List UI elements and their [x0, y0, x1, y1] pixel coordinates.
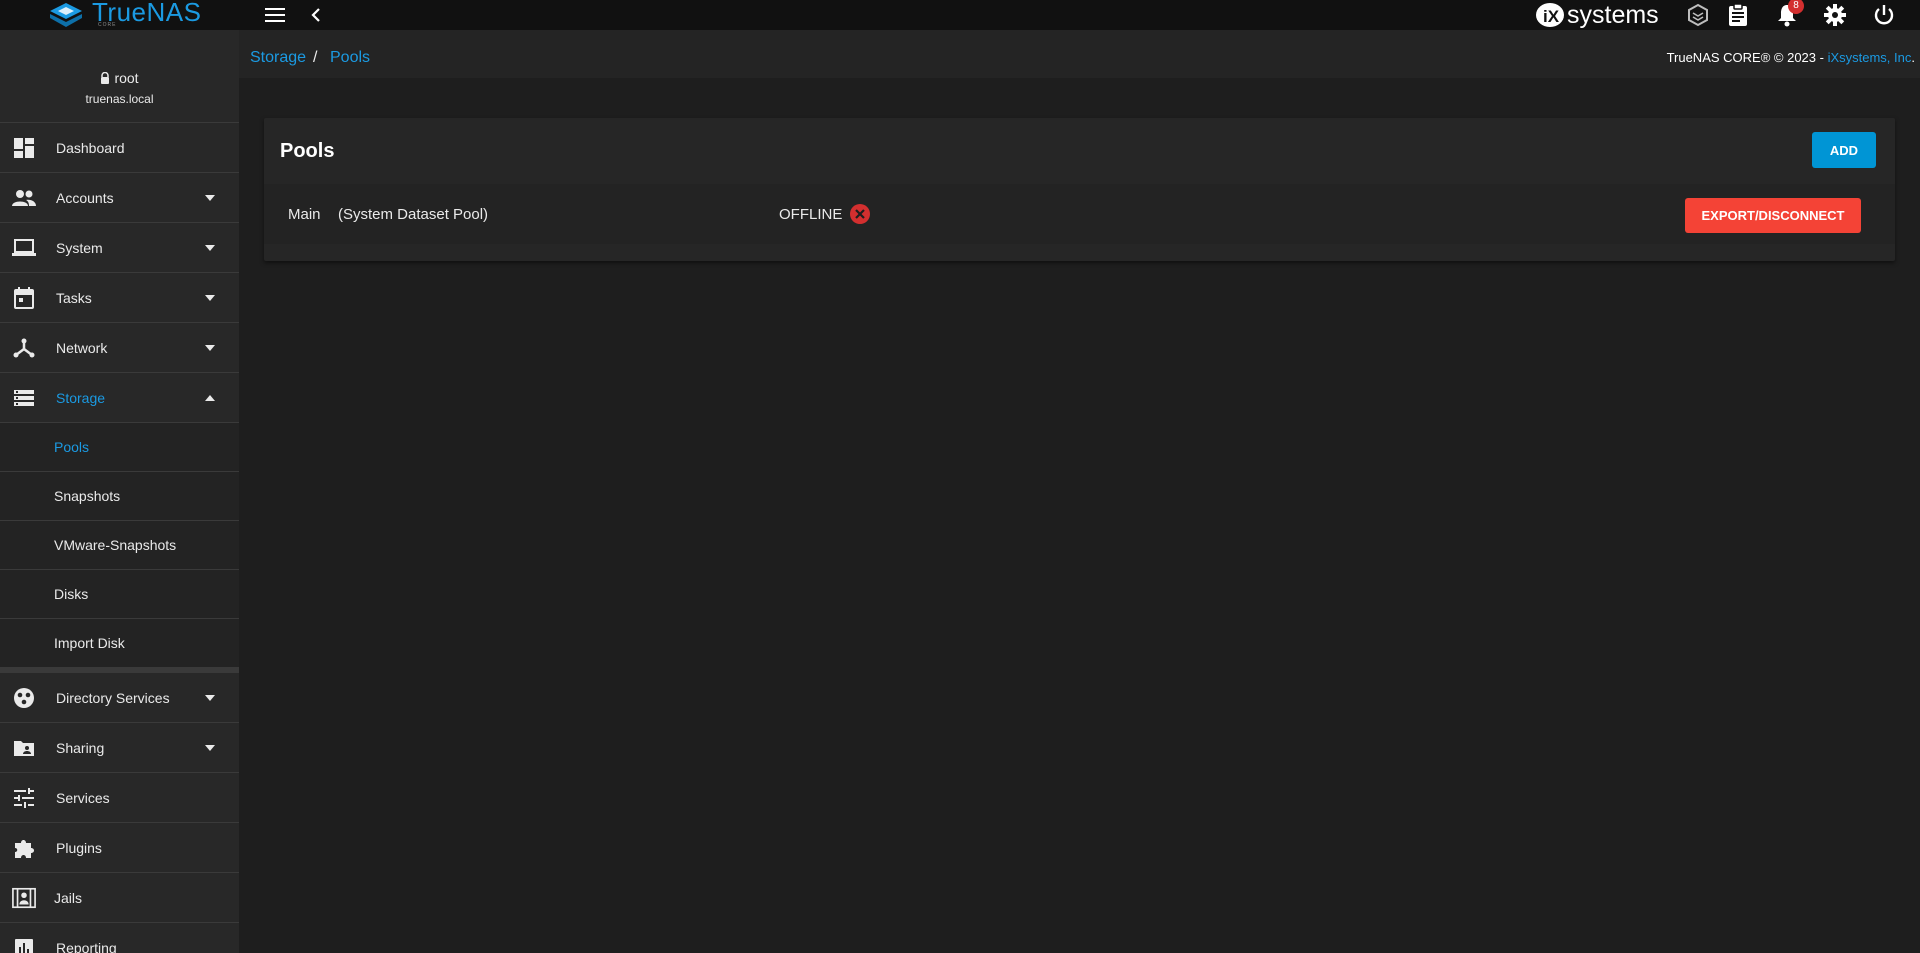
- sidebar-item-sharing[interactable]: Sharing: [0, 723, 239, 773]
- caret-down-icon: [204, 193, 216, 203]
- sidebar-item-accounts[interactable]: Accounts: [0, 173, 239, 223]
- truecommand-button[interactable]: [1685, 2, 1711, 28]
- power-icon: [1874, 5, 1894, 25]
- vendor-logo-text: systems: [1567, 0, 1659, 29]
- pools-card: Pools ADD Main (System Dataset Pool) OFF…: [264, 118, 1895, 261]
- caret-down-icon: [204, 343, 216, 353]
- export-disconnect-button[interactable]: EXPORT/DISCONNECT: [1685, 198, 1861, 233]
- caret-down-icon: [204, 693, 216, 703]
- sidebar-item-label: System: [56, 239, 103, 256]
- user-info: root truenas.local: [0, 30, 239, 123]
- caret-down-icon: [204, 743, 216, 753]
- sidebar-item-label: Network: [56, 339, 108, 356]
- sidebar-item-network[interactable]: Network: [0, 323, 239, 373]
- hamburger-icon: [265, 8, 285, 22]
- sidebar: root truenas.local Dashboard Accounts Sy…: [0, 30, 239, 953]
- sidebar-subitem-label: Pools: [54, 439, 90, 455]
- breadcrumb-storage[interactable]: Storage: [250, 49, 306, 67]
- sidebar-subitem-label: Snapshots: [54, 488, 121, 504]
- sidebar-item-reporting[interactable]: Reporting: [0, 923, 239, 953]
- sidebar-item-label: Dashboard: [56, 139, 125, 156]
- sidebar-item-label: Reporting: [56, 939, 117, 953]
- top-bar: TrueNAS CORE iX systems 8: [0, 0, 1920, 30]
- sidebar-subitem-label: VMware-Snapshots: [54, 537, 177, 553]
- sidebar-subitem-disks[interactable]: Disks: [0, 570, 239, 619]
- sidebar-subitem-label: Disks: [54, 586, 89, 602]
- user-name-text: root: [114, 70, 139, 86]
- sidebar-item-label: Directory Services: [56, 689, 170, 706]
- sidebar-item-label: Services: [56, 789, 110, 806]
- sidebar-subitem-label: Import Disk: [54, 635, 125, 651]
- sidebar-subitem-vmware-snapshots[interactable]: VMware-Snapshots: [0, 521, 239, 570]
- pool-description: (System Dataset Pool): [338, 206, 489, 223]
- folder-share-icon: [12, 736, 36, 760]
- sidebar-item-services[interactable]: Services: [0, 773, 239, 823]
- ix-logo-icon: iX: [1536, 3, 1564, 27]
- sidebar-item-dashboard[interactable]: Dashboard: [0, 123, 239, 173]
- network-icon: [12, 336, 36, 360]
- sidebar-subitem-import-disk[interactable]: Import Disk: [0, 619, 239, 668]
- copyright-notice: TrueNAS CORE® © 2023 - iXsystems, Inc.: [1667, 50, 1915, 65]
- truenas-logo[interactable]: TrueNAS CORE: [48, 0, 201, 30]
- page-title: Pools: [280, 140, 335, 162]
- sidebar-item-directory-services[interactable]: Directory Services: [0, 673, 239, 723]
- task-manager-button[interactable]: [1725, 2, 1751, 28]
- truecommand-icon: [1688, 3, 1708, 27]
- breadcrumb-separator: /: [313, 49, 318, 66]
- pool-status: OFFLINE: [779, 206, 843, 223]
- breadcrumb-pools[interactable]: Pools: [330, 49, 370, 67]
- logo-subtext: CORE: [98, 22, 117, 28]
- offline-x-icon: [850, 204, 870, 224]
- power-button[interactable]: [1871, 2, 1897, 28]
- sidebar-item-label: Plugins: [56, 839, 102, 856]
- clipboard-icon: [1729, 3, 1747, 26]
- sidebar-item-storage[interactable]: Storage: [0, 373, 239, 423]
- ixsystems-logo[interactable]: iX systems: [1535, 1, 1659, 29]
- menu-toggle-button[interactable]: [262, 3, 288, 27]
- sidebar-item-plugins[interactable]: Plugins: [0, 823, 239, 873]
- copyright-end: .: [1911, 50, 1915, 65]
- lock-icon: [101, 72, 110, 84]
- notification-badge: 8: [1788, 0, 1804, 14]
- chart-icon: [12, 936, 36, 953]
- sidebar-subitem-pools[interactable]: Pools: [0, 423, 239, 472]
- sidebar-item-label: Storage: [56, 389, 106, 406]
- storage-icon: [12, 386, 36, 410]
- pool-row: Main (System Dataset Pool) OFFLINE EXPOR…: [264, 184, 1895, 244]
- ixsystems-link[interactable]: iXsystems, Inc: [1828, 50, 1912, 65]
- user-name: root: [100, 70, 139, 86]
- laptop-icon: [12, 236, 36, 260]
- sidebar-subitem-snapshots[interactable]: Snapshots: [0, 472, 239, 521]
- sidebar-item-system[interactable]: System: [0, 223, 239, 273]
- calendar-icon: [12, 286, 36, 310]
- chevron-left-icon: [311, 8, 320, 22]
- directory-icon: [12, 686, 36, 710]
- people-icon: [12, 186, 36, 210]
- tune-icon: [12, 786, 36, 810]
- puzzle-icon: [12, 836, 36, 860]
- sidebar-item-label: Sharing: [56, 739, 105, 756]
- pool-name: Main: [288, 206, 321, 223]
- copyright-text: TrueNAS CORE® © 2023 -: [1666, 50, 1828, 65]
- add-pool-button[interactable]: ADD: [1812, 132, 1876, 168]
- caret-down-icon: [204, 243, 216, 253]
- sidebar-item-tasks[interactable]: Tasks: [0, 273, 239, 323]
- svg-text:iX: iX: [1543, 7, 1560, 26]
- sidebar-item-label: Tasks: [56, 289, 92, 306]
- notifications-button[interactable]: 8: [1774, 0, 1804, 28]
- caret-up-icon: [204, 393, 216, 403]
- sidebar-item-label: Accounts: [56, 189, 114, 206]
- dashboard-icon: [12, 136, 36, 160]
- breadcrumb-bar: Storage / Pools TrueNAS CORE® © 2023 - i…: [239, 30, 1920, 78]
- collapse-sidebar-button[interactable]: [304, 3, 328, 27]
- truenas-logo-icon: [50, 3, 82, 27]
- gear-icon: [1824, 4, 1846, 26]
- sidebar-item-label: Jails: [54, 889, 83, 906]
- host-name: truenas.local: [85, 92, 154, 106]
- sidebar-item-jails[interactable]: Jails: [0, 873, 239, 923]
- jail-icon: [12, 886, 36, 910]
- caret-down-icon: [204, 293, 216, 303]
- settings-button[interactable]: [1822, 2, 1848, 28]
